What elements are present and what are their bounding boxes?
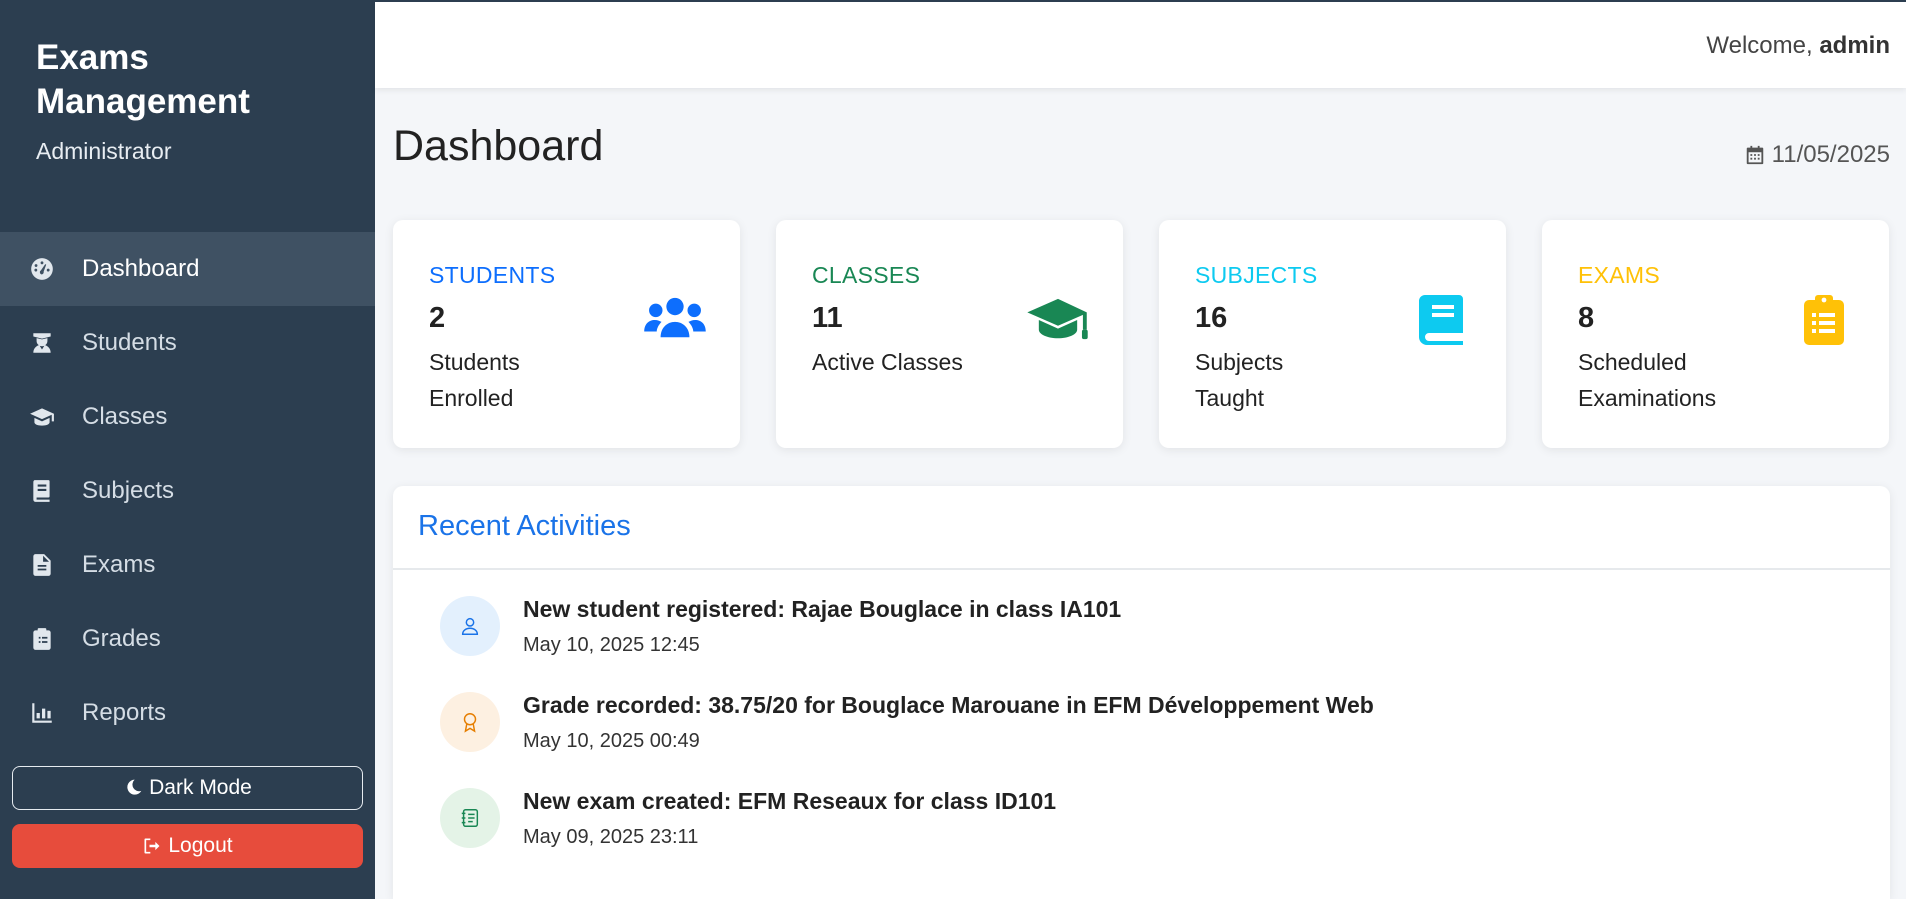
clipboard-icon bbox=[28, 625, 56, 653]
sidebar-nav: Dashboard Students Classes Subjects Exam… bbox=[0, 232, 375, 750]
activity-text: New student registered: Rajae Bouglace i… bbox=[523, 596, 1122, 622]
brand-title: Exams Management bbox=[36, 38, 250, 121]
card-label: EXAMS bbox=[1578, 262, 1661, 288]
activity-item[interactable]: New student registered: Rajae Bouglace i… bbox=[440, 596, 1840, 666]
moon-icon bbox=[127, 779, 142, 795]
journal-icon bbox=[440, 788, 500, 848]
activity-item[interactable]: New exam created: EFM Reseaux for class … bbox=[440, 788, 1840, 858]
sidebar-item-exams[interactable]: Exams bbox=[0, 528, 375, 602]
activity-text: New exam created: EFM Reseaux for class … bbox=[523, 788, 1057, 814]
sidebar-item-classes[interactable]: Classes bbox=[0, 380, 375, 454]
file-icon bbox=[28, 551, 56, 579]
activities-title: Recent Activities bbox=[418, 510, 631, 542]
logout-label: Logout bbox=[168, 834, 233, 857]
sidebar-item-label: Classes bbox=[82, 403, 168, 430]
logout-button[interactable]: Logout bbox=[12, 824, 363, 868]
sidebar-item-label: Grades bbox=[82, 625, 161, 652]
welcome-prefix: Welcome, bbox=[1706, 32, 1813, 59]
graduation-cap-icon bbox=[1027, 292, 1089, 348]
activity-time: May 09, 2025 23:11 bbox=[523, 826, 699, 848]
sidebar-item-label: Students bbox=[82, 329, 177, 356]
students-card[interactable]: STUDENTS 2 Students Enrolled bbox=[393, 220, 740, 448]
book-icon bbox=[28, 477, 56, 505]
chart-icon bbox=[28, 699, 56, 727]
activity-time: May 10, 2025 12:45 bbox=[523, 634, 700, 656]
activity-item[interactable]: Grade recorded: 38.75/20 for Bouglace Ma… bbox=[440, 692, 1840, 762]
calendar-icon bbox=[1746, 145, 1763, 165]
card-label: CLASSES bbox=[812, 262, 921, 288]
sidebar-item-label: Dashboard bbox=[82, 255, 200, 282]
logout-icon bbox=[144, 838, 160, 854]
activity-time: May 10, 2025 00:49 bbox=[523, 730, 700, 752]
welcome-text: Welcome, admin bbox=[1706, 32, 1890, 60]
sidebar-item-reports[interactable]: Reports bbox=[0, 676, 375, 750]
classes-card[interactable]: CLASSES 11 Active Classes bbox=[776, 220, 1123, 448]
stat-cards: STUDENTS 2 Students Enrolled CLASSES 11 … bbox=[393, 220, 1906, 448]
current-date: 11/05/2025 bbox=[1744, 141, 1890, 169]
sidebar-item-grades[interactable]: Grades bbox=[0, 602, 375, 676]
username: admin bbox=[1819, 32, 1890, 59]
card-label: STUDENTS bbox=[429, 262, 556, 288]
card-description: Active Classes bbox=[812, 349, 963, 375]
clipboard-list-icon bbox=[1793, 292, 1855, 348]
app: Exams Management Administrator Dashboard… bbox=[0, 0, 1906, 899]
subjects-card[interactable]: SUBJECTS 16 Subjects Taught bbox=[1159, 220, 1506, 448]
date-value: 11/05/2025 bbox=[1771, 141, 1890, 168]
exams-card[interactable]: EXAMS 8 Scheduled Examinations bbox=[1542, 220, 1889, 448]
recent-activities-panel: Recent Activities New student registered… bbox=[393, 486, 1890, 899]
graduation-cap-icon bbox=[28, 403, 56, 431]
brand-role: Administrator bbox=[36, 138, 172, 164]
brand: Exams Management Administrator bbox=[36, 36, 356, 165]
card-value: 2 bbox=[429, 302, 446, 334]
sidebar-item-dashboard[interactable]: Dashboard bbox=[0, 232, 375, 306]
sidebar-item-students[interactable]: Students bbox=[0, 306, 375, 380]
card-description: Scheduled Examinations bbox=[1578, 349, 1717, 411]
sidebar: Exams Management Administrator Dashboard… bbox=[0, 0, 375, 899]
gauge-icon bbox=[28, 255, 56, 283]
student-icon bbox=[28, 329, 56, 357]
sidebar-item-label: Reports bbox=[82, 699, 167, 726]
book-icon bbox=[1410, 292, 1472, 348]
main-content: Welcome, admin Dashboard 11/05/2025 STUD… bbox=[375, 0, 1906, 899]
card-value: 11 bbox=[812, 302, 843, 334]
award-icon bbox=[440, 692, 500, 752]
sidebar-item-subjects[interactable]: Subjects bbox=[0, 454, 375, 528]
sidebar-item-label: Subjects bbox=[82, 477, 175, 504]
activities-header: Recent Activities bbox=[393, 486, 1890, 570]
activity-text: Grade recorded: 38.75/20 for Bouglace Ma… bbox=[523, 692, 1374, 718]
user-icon bbox=[440, 596, 500, 656]
card-value: 16 bbox=[1195, 302, 1228, 334]
dark-mode-button[interactable]: Dark Mode bbox=[12, 766, 363, 810]
sidebar-item-label: Exams bbox=[82, 551, 156, 578]
card-description: Subjects Taught bbox=[1195, 349, 1284, 411]
page-title: Dashboard bbox=[393, 122, 604, 170]
card-description: Students Enrolled bbox=[429, 349, 520, 411]
users-icon bbox=[644, 292, 706, 348]
topbar: Welcome, admin bbox=[375, 0, 1906, 88]
dark-mode-label: Dark Mode bbox=[149, 776, 252, 799]
card-label: SUBJECTS bbox=[1195, 262, 1318, 288]
card-value: 8 bbox=[1578, 302, 1595, 334]
